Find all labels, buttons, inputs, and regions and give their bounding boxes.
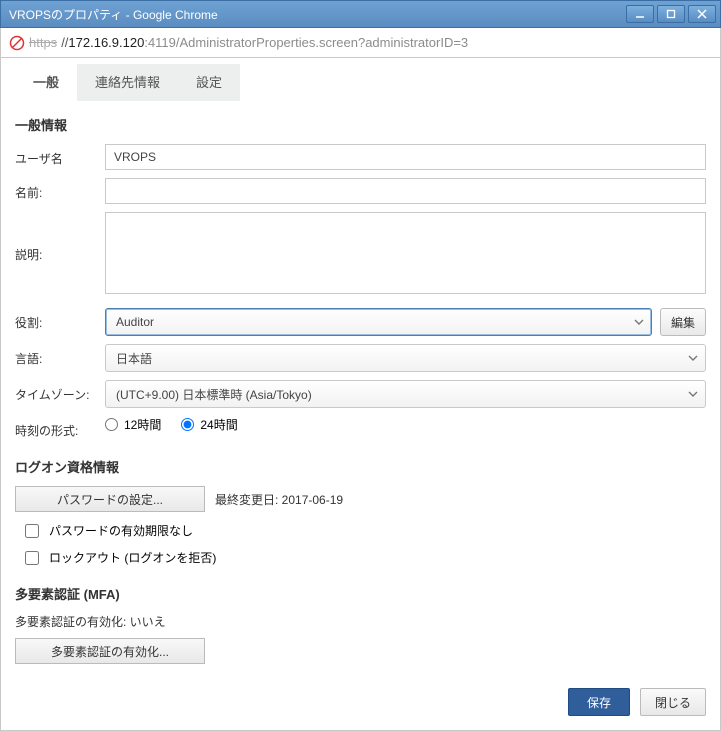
username-label: ユーザ名 [15,144,105,167]
role-select[interactable]: Auditor [105,308,652,336]
lang-select[interactable]: 日本語 [105,344,706,372]
lang-label: 言語: [15,344,105,367]
url-scheme: https [29,35,57,50]
desc-label: 説明: [15,212,105,263]
username-input[interactable] [105,144,706,170]
window-titlebar: VROPSのプロパティ - Google Chrome [0,0,721,28]
set-password-button[interactable]: パスワードの設定... [15,486,205,512]
role-label: 役割: [15,308,105,331]
section-mfa-title: 多要素認証 (MFA) [15,584,706,603]
last-changed: 最終変更日: 2017-06-19 [215,491,343,508]
url-path: :4119/AdministratorProperties.screen?adm… [144,35,468,50]
tab-general[interactable]: 一般 [15,64,77,101]
footer-buttons: 保存 閉じる [15,688,706,716]
close-icon [697,9,707,19]
close-button[interactable] [688,5,716,23]
window-title: VROPSのプロパティ - Google Chrome [9,6,626,23]
section-general-title: 一般情報 [15,115,706,134]
url-sep: // [61,35,68,50]
lockout-checkbox[interactable] [25,551,39,565]
tab-contact[interactable]: 連絡先情報 [77,64,178,101]
desc-input[interactable] [105,212,706,294]
close-dialog-button[interactable]: 閉じる [640,688,706,716]
section-logon-title: ログオン資格情報 [15,457,706,476]
no-expire-label: パスワードの有効期限なし [49,522,193,539]
tab-strip: 一般 連絡先情報 設定 [15,64,706,101]
window-controls [626,5,716,23]
no-expire-checkbox[interactable] [25,524,39,538]
time-format-label: 時刻の形式: [15,416,105,439]
radio-24h-input[interactable] [181,418,194,431]
tab-settings[interactable]: 設定 [178,64,240,101]
radio-24h[interactable]: 24時間 [181,416,237,433]
enable-mfa-button[interactable]: 多要素認証の有効化... [15,638,205,664]
minimize-button[interactable] [626,5,654,23]
save-button[interactable]: 保存 [568,688,630,716]
name-label: 名前: [15,178,105,201]
lang-select-value: 日本語 [105,344,706,372]
mfa-status: 多要素認証の有効化: いいえ [15,613,706,630]
tz-select-value: (UTC+9.00) 日本標準時 (Asia/Tokyo) [105,380,706,408]
radio-12h[interactable]: 12時間 [105,416,161,433]
content-area: 一般 連絡先情報 設定 一般情報 ユーザ名 名前: 説明: 役割: Audito… [0,58,721,731]
name-input[interactable] [105,178,706,204]
tz-select[interactable]: (UTC+9.00) 日本標準時 (Asia/Tokyo) [105,380,706,408]
edit-role-button[interactable]: 編集 [660,308,706,336]
maximize-button[interactable] [657,5,685,23]
maximize-icon [666,9,676,19]
time-format-group: 12時間 24時間 [105,416,238,433]
role-select-value: Auditor [105,308,652,336]
insecure-lock-icon [9,35,25,51]
tz-label: タイムゾーン: [15,380,105,403]
lockout-label: ロックアウト (ログオンを拒否) [49,549,216,566]
radio-12h-input[interactable] [105,418,118,431]
url-host: 172.16.9.120 [68,35,144,50]
url-bar[interactable]: https // 172.16.9.120 :4119/Administrato… [0,28,721,58]
minimize-icon [635,9,645,19]
